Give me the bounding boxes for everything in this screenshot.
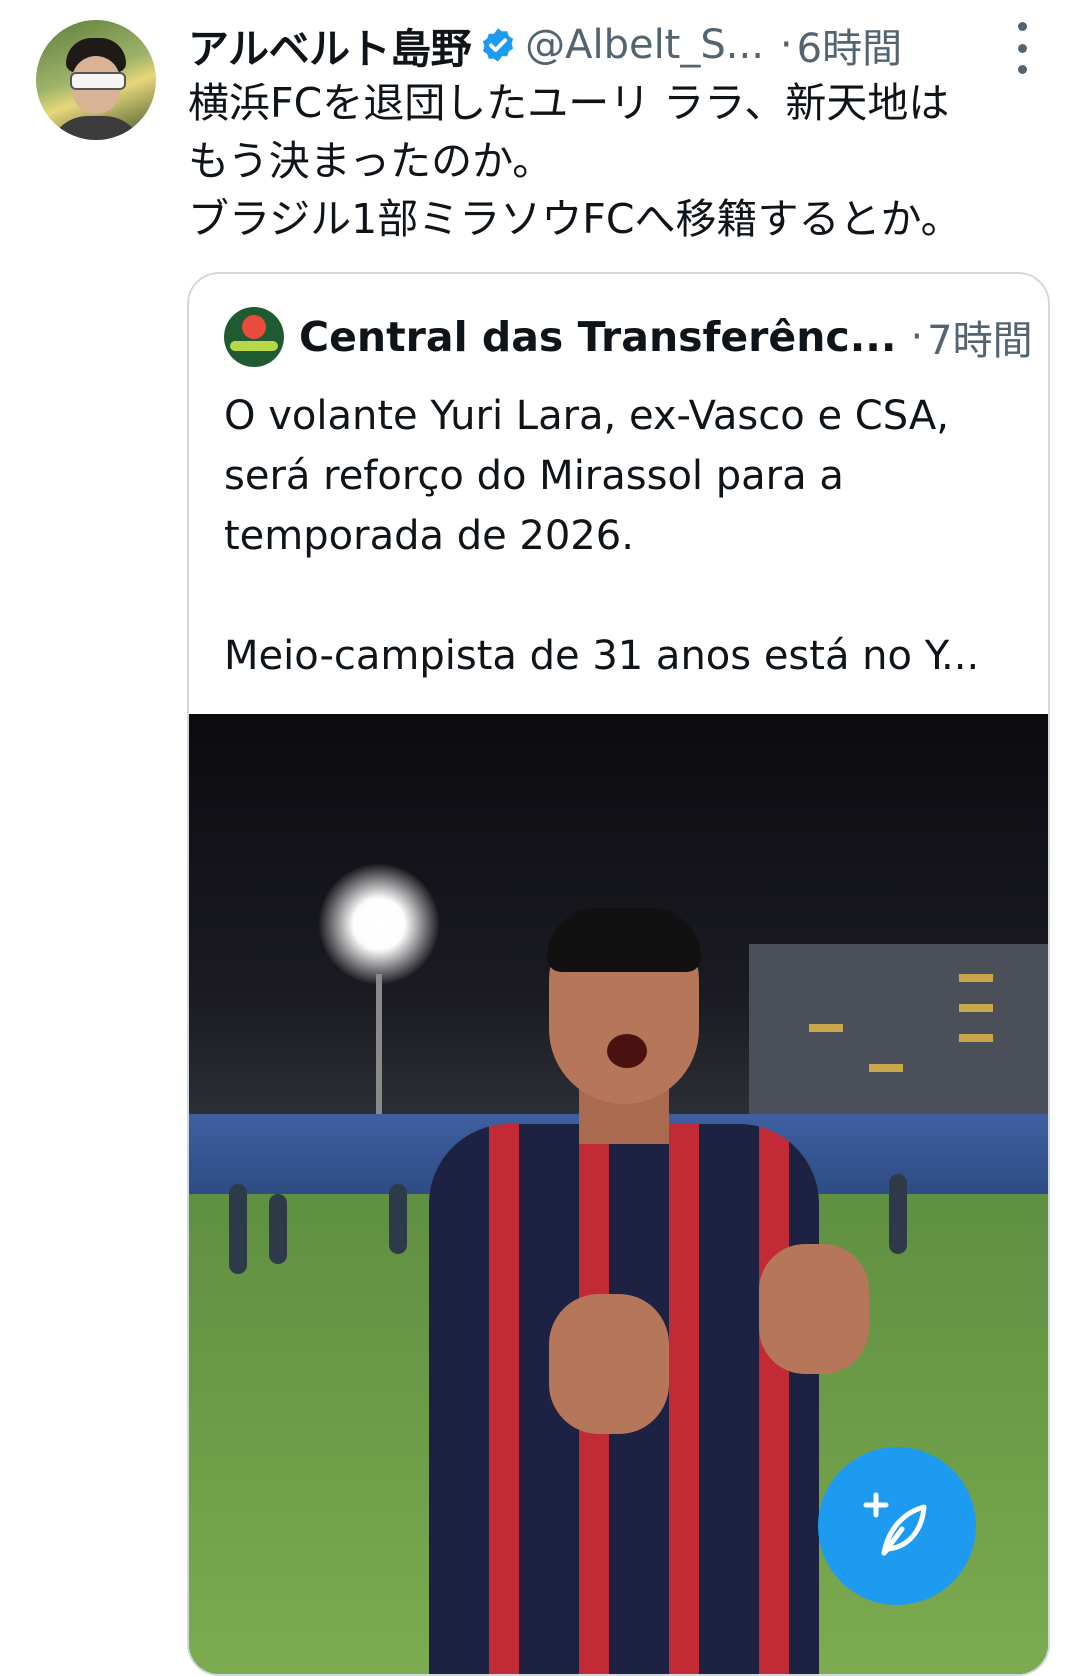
quoted-text-line <box>224 566 1024 626</box>
quoted-text-line: Meio-campista de 31 anos está no Y... <box>224 633 980 679</box>
tweet-text-line: ブラジル1部ミラソウFCへ移籍するとか。 <box>188 195 962 243</box>
separator-dot: · <box>779 22 793 68</box>
tweet-text: 横浜FCを退団したユーリ ララ、新天地は もう決まったのか。 ブラジル1部ミラソ… <box>188 74 1048 248</box>
quoted-text-line: temporada de 2026. <box>224 513 634 559</box>
more-vertical-icon[interactable] <box>1010 22 1034 74</box>
quoted-tweet-text: O volante Yuri Lara, ex-Vasco e CSA, ser… <box>224 386 1024 686</box>
quoted-post-time[interactable]: 7時間 <box>927 308 1032 366</box>
quoted-text-line: O volante Yuri Lara, ex-Vasco e CSA, <box>224 393 949 439</box>
compose-post-button[interactable] <box>818 1447 976 1605</box>
quoted-author-name[interactable]: Central das Transferênc... <box>299 313 896 361</box>
author-name[interactable]: アルベルト島野 <box>188 15 472 75</box>
tweet-text-line: 横浜FCを退団したユーリ ララ、新天地は <box>188 79 950 127</box>
quoted-text-line: será reforço do Mirassol para a <box>224 453 844 499</box>
author-avatar[interactable] <box>36 20 156 140</box>
quoted-author-avatar[interactable] <box>224 307 284 367</box>
author-handle[interactable]: @Albelt_S... <box>525 22 764 68</box>
post-time[interactable]: 6時間 <box>797 16 902 74</box>
tweet-header: アルベルト島野 @Albelt_S... · 6時間 <box>188 15 1048 75</box>
tweet-text-line: もう決まったのか。 <box>188 137 554 185</box>
separator-dot: · <box>910 314 924 360</box>
compose-post-icon <box>863 1492 927 1556</box>
quoted-tweet-header: Central das Transferênc... · 7時間 <box>299 302 1039 372</box>
verified-badge-icon <box>483 28 514 62</box>
